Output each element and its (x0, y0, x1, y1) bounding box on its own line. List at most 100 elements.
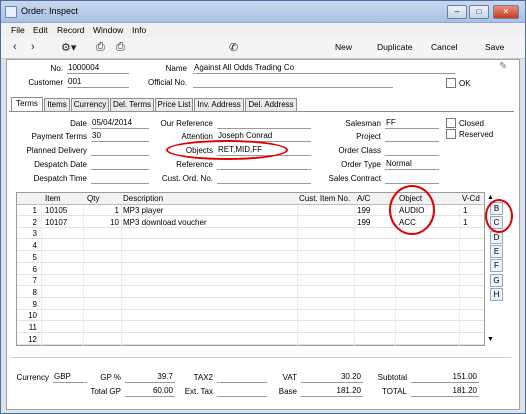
col-ac-header[interactable]: A/C (357, 193, 370, 205)
field-letter-b[interactable]: B (490, 202, 503, 215)
sales-contract-field[interactable] (385, 173, 439, 184)
cell-n: 6 (32, 264, 37, 274)
table-row[interactable]: 8 (17, 287, 484, 298)
col-vcd-header[interactable]: V-Cd (462, 193, 480, 205)
table-row[interactable]: 3 (17, 228, 484, 240)
table-row[interactable]: 5 (17, 252, 484, 263)
cell-item[interactable]: 10107 (45, 217, 83, 228)
col-custitem-header[interactable]: Cust. Item No. (299, 193, 350, 205)
order-class-field[interactable] (385, 145, 439, 156)
table-row[interactable]: 4 (17, 240, 484, 252)
cell-item[interactable]: 10105 (45, 205, 83, 216)
cell-qty[interactable]: 1 (85, 205, 119, 216)
reference-field[interactable] (217, 159, 311, 170)
back-icon[interactable]: ‹ (13, 41, 17, 53)
objects-field[interactable]: RET,MID,FF (217, 145, 311, 156)
ok-checkbox[interactable] (446, 78, 456, 88)
table-row[interactable]: 11 (17, 322, 484, 333)
cust-ord-no-label: Cust. Ord. No. (161, 174, 213, 183)
field-letter-c[interactable]: C (490, 216, 503, 230)
cell-description[interactable]: MP3 player (123, 205, 293, 216)
date-label: Date (70, 119, 87, 128)
duplicate-button[interactable]: Duplicate (377, 42, 412, 52)
scroll-up-icon[interactable]: ▲ (487, 194, 494, 201)
base-field: 181.20 (301, 386, 363, 397)
menu-edit[interactable]: Edit (33, 25, 48, 35)
cell-ac[interactable]: 199 (357, 205, 393, 216)
close-icon[interactable]: ✕ (493, 5, 519, 19)
phone-icon[interactable]: ✆ (229, 41, 238, 54)
tab-currency[interactable]: Currency (71, 98, 109, 111)
ext-tax-label: Ext. Tax (184, 387, 213, 396)
table-row[interactable]: 10 (17, 310, 484, 322)
order-type-field[interactable]: Normal (385, 159, 439, 170)
closed-label: Closed (459, 119, 484, 128)
cell-n: 12 (28, 334, 37, 344)
no-field[interactable]: 1000004 (67, 63, 129, 74)
menu-file[interactable]: File (11, 25, 25, 35)
scroll-down-icon[interactable]: ▼ (487, 336, 494, 343)
table-row[interactable]: 6 (17, 264, 484, 275)
title-bar[interactable]: Order: Inspect – □ ✕ (1, 1, 525, 23)
despatch-time-label: Despatch Time (33, 174, 87, 183)
cell-description[interactable]: MP3 download voucher (123, 217, 293, 228)
forward-icon[interactable]: › (31, 41, 35, 53)
project-field[interactable] (385, 131, 439, 142)
col-object-header[interactable]: Object (399, 193, 422, 205)
tab-price-list[interactable]: Price List (155, 98, 193, 111)
official-no-field[interactable] (193, 77, 393, 88)
menu-info[interactable]: Info (132, 25, 146, 35)
col-description-header[interactable]: Description (123, 193, 163, 205)
no-label: No. (50, 64, 63, 73)
subtotal-label: Subtotal (377, 373, 407, 382)
print-icon[interactable]: ⎙ (96, 41, 105, 54)
attachment-icon[interactable]: ✎ (499, 61, 507, 72)
table-row[interactable]: 7 (17, 275, 484, 287)
despatch-date-label: Despatch Date (34, 160, 87, 169)
field-letter-g[interactable]: G (490, 273, 503, 287)
table-row[interactable]: 1 10105 1 MP3 player 199 AUDIO 1 (17, 205, 484, 216)
tab-items[interactable]: Items (44, 98, 70, 111)
cancel-button[interactable]: Cancel (431, 42, 457, 52)
tab-del-terms[interactable]: Del. Terms (110, 98, 154, 111)
tax2-field (217, 372, 267, 383)
currency-field[interactable]: GBP (53, 372, 87, 383)
cell-vcd[interactable]: 1 (463, 217, 481, 228)
cell-ac[interactable]: 199 (357, 217, 393, 228)
save-button[interactable]: Save (485, 42, 504, 52)
cell-object[interactable]: AUDIO (399, 205, 457, 216)
tab-inv-address[interactable]: Inv. Address (194, 98, 244, 111)
field-letter-f[interactable]: F (490, 259, 503, 273)
print-preview-icon[interactable]: ⎙ (116, 41, 125, 54)
name-field[interactable]: Against All Odds Trading Co (193, 63, 455, 74)
table-row[interactable]: 2 10107 10 MP3 download voucher 199 ACC 1 (17, 217, 484, 228)
cell-object[interactable]: ACC (399, 217, 457, 228)
cell-qty[interactable]: 10 (85, 217, 119, 228)
field-letter-e[interactable]: E (490, 244, 503, 258)
tab-terms[interactable]: Terms (11, 97, 43, 111)
maximize-icon[interactable]: □ (469, 5, 489, 19)
attention-field[interactable]: Joseph Conrad (217, 131, 311, 142)
col-qty-header[interactable]: Qty (87, 193, 99, 205)
gear-icon[interactable]: ⚙▾ (61, 41, 76, 54)
field-letter-d[interactable]: D (490, 230, 503, 244)
menu-record[interactable]: Record (57, 25, 84, 35)
salesman-field[interactable]: FF (385, 118, 439, 129)
gp-label: GP % (100, 373, 121, 382)
footer-divider (11, 357, 511, 358)
tab-del-address[interactable]: Del. Address (245, 98, 297, 111)
salesman-label: Salesman (345, 119, 381, 128)
closed-checkbox[interactable] (446, 118, 456, 128)
minimize-icon[interactable]: – (447, 5, 467, 19)
our-reference-field[interactable] (217, 118, 311, 129)
table-row[interactable]: 9 (17, 299, 484, 310)
table-row[interactable]: 12 (17, 334, 484, 345)
cust-ord-no-field[interactable] (217, 173, 311, 184)
menu-window[interactable]: Window (93, 25, 123, 35)
field-letter-h[interactable]: H (490, 287, 503, 301)
customer-field[interactable]: 001 (67, 77, 129, 88)
reserved-checkbox[interactable] (446, 129, 456, 139)
col-item-header[interactable]: Item (45, 193, 61, 205)
cell-vcd[interactable]: 1 (463, 205, 481, 216)
new-button[interactable]: New (335, 42, 352, 52)
